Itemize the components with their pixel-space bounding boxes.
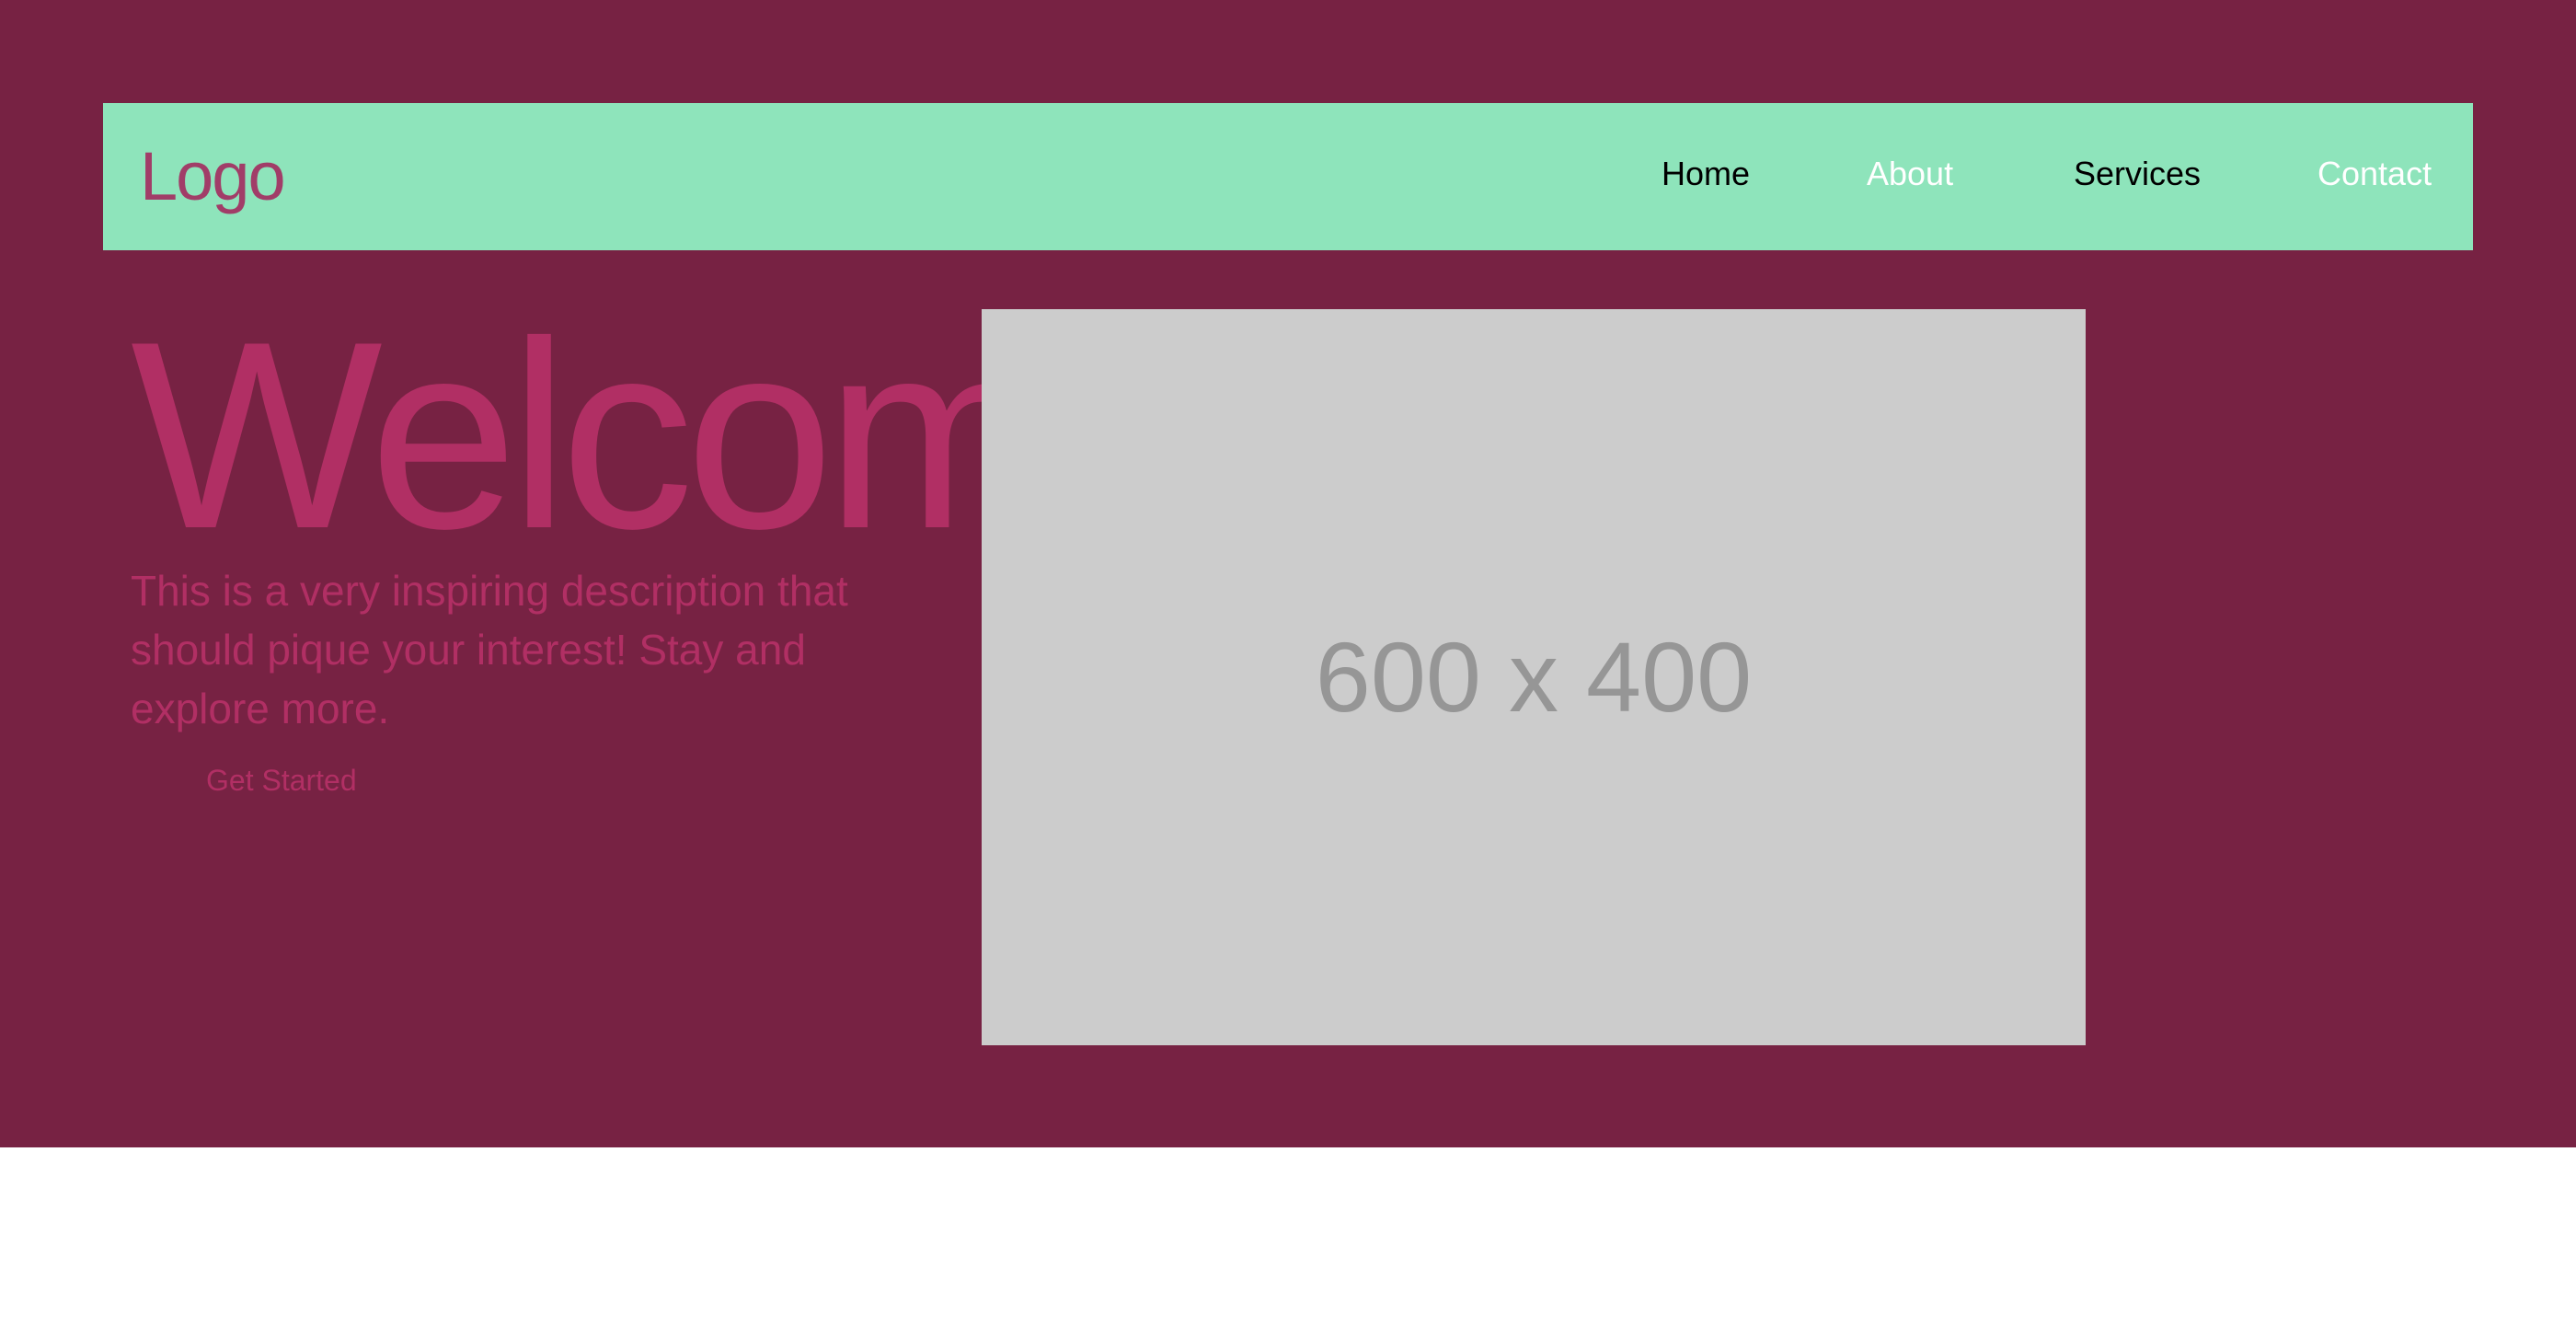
navbar: Logo Home About Services Contact <box>103 103 2473 250</box>
placeholder-dimensions-label: 600 x 400 <box>1315 621 1753 732</box>
get-started-button[interactable]: Get Started <box>206 762 357 799</box>
hero-description: This is a very inspiring description tha… <box>131 567 848 732</box>
nav-link-home[interactable]: Home <box>1662 154 1750 194</box>
hero-section: Logo Home About Services Contact Welcome… <box>0 0 2576 1147</box>
nav-link-contact[interactable]: Contact <box>2317 154 2432 194</box>
hero-image-placeholder: 600 x 400 <box>982 309 2086 1045</box>
nav-link-about[interactable]: About <box>1867 154 1953 194</box>
logo[interactable]: Logo <box>140 138 286 215</box>
nav-link-services[interactable]: Services <box>2074 154 2201 194</box>
